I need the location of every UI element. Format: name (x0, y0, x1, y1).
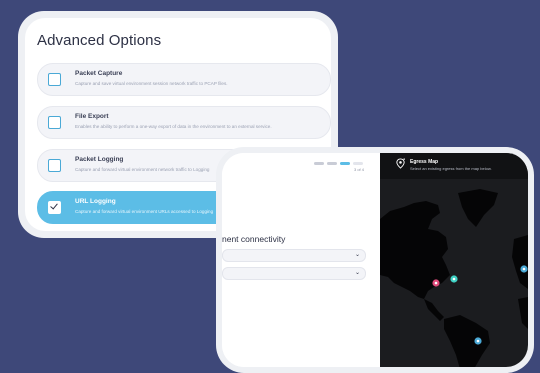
egress-pin-blue-east[interactable] (520, 265, 528, 273)
map-landmass-north-america (380, 201, 450, 299)
option-name: Packet Logging (75, 156, 124, 163)
map-landmass-africa-edge (518, 297, 528, 329)
egress-window: 3 of 4 nent connectivity ⌄ ⌄ Egress Map … (222, 153, 528, 367)
option-description: Capture and save virtual environment ses… (75, 81, 228, 86)
map-landmass-greenland (458, 189, 498, 227)
connectivity-select-2[interactable]: ⌄ (222, 267, 366, 280)
map-landmass-europe-edge (512, 235, 528, 289)
option-description: Capture and forward virtual environment … (75, 209, 214, 214)
map-landmass-south-america (444, 315, 490, 367)
checkbox-icon[interactable] (48, 73, 61, 86)
chevron-down-icon: ⌄ (354, 270, 360, 276)
map-header: Egress Map Select an existing egress fro… (380, 153, 528, 179)
checkbox-icon[interactable] (48, 159, 61, 172)
progress-step (327, 162, 337, 165)
option-name: URL Logging (75, 198, 116, 205)
egress-map-panel: Egress Map Select an existing egress fro… (380, 153, 528, 367)
progress-step-current (340, 162, 350, 165)
egress-pin-teal[interactable] (450, 275, 458, 283)
option-packet-capture[interactable]: Packet Capture Capture and save virtual … (37, 63, 331, 96)
chevron-down-icon: ⌄ (354, 252, 360, 258)
wizard-panel: 3 of 4 nent connectivity ⌄ ⌄ (222, 153, 380, 367)
step-count: 3 of 4 (354, 167, 365, 172)
map-title: Egress Map (410, 159, 439, 165)
advanced-options-title: Advanced Options (37, 32, 162, 49)
option-name: Packet Capture (75, 70, 123, 77)
option-file-export[interactable]: File Export Enables the ability to perfo… (37, 106, 331, 139)
egress-window-frame: 3 of 4 nent connectivity ⌄ ⌄ Egress Map … (216, 147, 534, 373)
map-pin-icon (396, 158, 405, 169)
map-subtitle: Select an existing egress from the map b… (410, 166, 492, 171)
connectivity-select-1[interactable]: ⌄ (222, 249, 366, 262)
egress-pin-pink[interactable] (432, 279, 440, 287)
egress-map[interactable] (380, 179, 528, 367)
map-landmass-central-america (424, 299, 444, 321)
option-name: File Export (75, 113, 109, 120)
checkbox-icon[interactable] (48, 116, 61, 129)
option-description: Capture and forward virtual environment … (75, 167, 210, 172)
option-description: Enables the ability to perform a one-way… (75, 124, 272, 129)
connectivity-heading: nent connectivity (222, 234, 286, 244)
progress-step (353, 162, 363, 165)
egress-pin-blue-south[interactable] (474, 337, 482, 345)
progress-step (314, 162, 324, 165)
checkbox-checked-icon[interactable] (48, 201, 61, 214)
